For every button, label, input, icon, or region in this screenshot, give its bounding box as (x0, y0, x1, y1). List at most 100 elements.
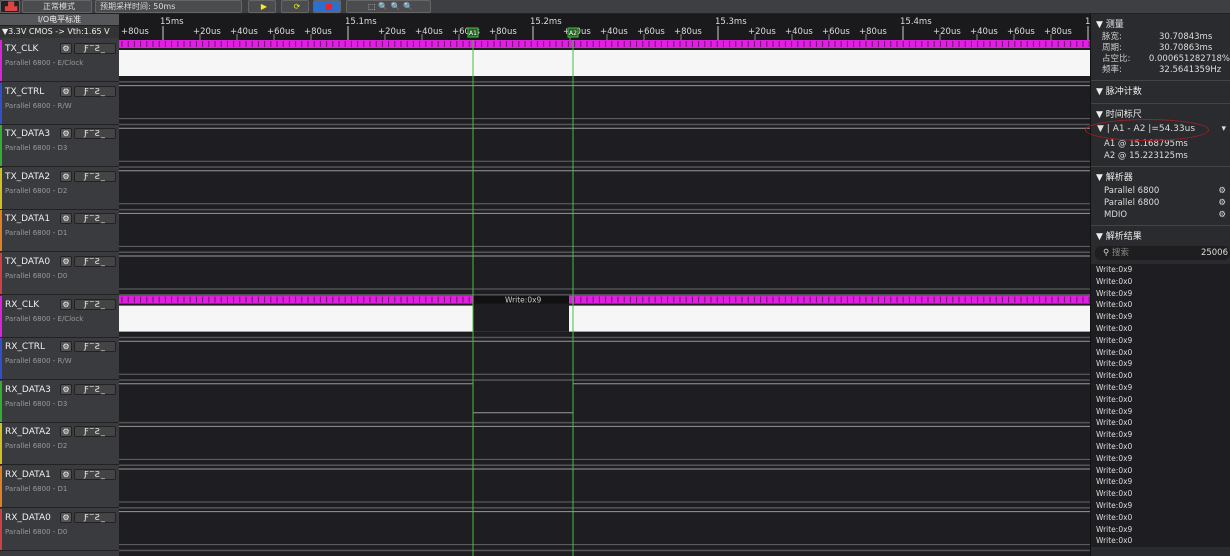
gear-icon[interactable]: ⚙ (60, 426, 72, 438)
analyzer-section-title[interactable]: ▼ 解析器 (1091, 171, 1230, 185)
channel-tx_data0[interactable]: TX_DATA0 Parallel 6800 - D0 ⚙ Ƒ‾Ƨ_ (0, 253, 119, 295)
ruler-minor-label: +40us (415, 27, 443, 37)
channel-rx_data1[interactable]: RX_DATA1 Parallel 6800 - D1 ⚙ Ƒ‾Ƨ_ (0, 466, 119, 508)
gear-icon[interactable]: ⚙ (60, 469, 72, 480)
row-separator (119, 166, 1090, 168)
gear-icon[interactable]: ⚙ (1218, 209, 1226, 221)
trigger-select[interactable]: Ƒ‾Ƨ_ (74, 43, 116, 54)
trigger-select[interactable]: Ƒ‾Ƨ_ (74, 341, 116, 353)
trigger-select[interactable]: Ƒ‾Ƨ_ (74, 85, 116, 97)
gear-icon[interactable]: ⚙ (1218, 185, 1226, 197)
result-item[interactable]: Write:0x0 (1091, 276, 1230, 288)
trigger-select[interactable]: Ƒ‾Ƨ_ (74, 213, 116, 225)
results-section-title[interactable]: ▼ 解析结果 (1091, 230, 1230, 244)
ruler-minor-label: +60us (822, 27, 850, 37)
analyzer-item[interactable]: Parallel 6800 ⚙ (1091, 197, 1230, 209)
result-item[interactable]: Write:0x0 (1091, 347, 1230, 359)
mode-select[interactable]: 正常模式 (22, 0, 92, 13)
gear-icon[interactable]: ⚙ (60, 383, 72, 395)
measure-key: 占空比: (1102, 54, 1131, 64)
trigger-select[interactable]: Ƒ‾Ƨ_ (74, 256, 116, 267)
trigger-select[interactable]: Ƒ‾Ƨ_ (74, 128, 116, 140)
result-item[interactable]: Write:0x9 (1091, 382, 1230, 394)
trigger-select[interactable]: Ƒ‾Ƨ_ (74, 298, 116, 310)
measure-row: 频率: 32.5641359Hz (1091, 65, 1230, 76)
result-item[interactable]: Write:0x9 (1091, 264, 1230, 276)
result-item[interactable]: Write:0x0 (1091, 370, 1230, 382)
zoom-tools[interactable]: ⬚ 🔍 🔍 🔍 (346, 0, 431, 13)
sample-time-field[interactable]: 预期采样时间: 50ms (95, 0, 242, 13)
pin-icon[interactable]: ▾ (1221, 124, 1226, 134)
channel-tx_ctrl[interactable]: TX_CTRL Parallel 6800 - R/W ⚙ Ƒ‾Ƨ_ (0, 82, 119, 125)
channel-tx_data1[interactable]: TX_DATA1 Parallel 6800 - D1 ⚙ Ƒ‾Ƨ_ (0, 210, 119, 253)
stop-button[interactable]: ■ (313, 0, 341, 13)
result-item[interactable]: Write:0x9 (1091, 358, 1230, 370)
result-item[interactable]: Write:0x9 (1091, 453, 1230, 465)
channel-rx_data3[interactable]: RX_DATA3 Parallel 6800 - D3 ⚙ Ƒ‾Ƨ_ (0, 380, 119, 423)
result-item[interactable]: Write:0x9 (1091, 429, 1230, 441)
gear-icon[interactable]: ⚙ (60, 85, 72, 97)
results-list[interactable]: Write:0x9 Write:0x0 Write:0x9 Write:0x0 Writ… (1091, 264, 1230, 548)
result-item[interactable]: Write:0x0 (1091, 488, 1230, 500)
trigger-select[interactable]: Ƒ‾Ƨ_ (74, 511, 116, 523)
gear-icon[interactable]: ⚙ (60, 511, 72, 523)
result-item[interactable]: Write:0x0 (1091, 441, 1230, 453)
result-item[interactable]: Write:0x0 (1091, 394, 1230, 406)
channel-color-strip (0, 295, 2, 337)
channel-rx_data0[interactable]: RX_DATA0 Parallel 6800 - D0 ⚙ Ƒ‾Ƨ_ (0, 508, 119, 551)
result-item[interactable]: Write:0x0 (1091, 323, 1230, 335)
result-item[interactable]: Write:0x9 (1091, 500, 1230, 512)
analyzer-item[interactable]: MDIO ⚙ (1091, 209, 1230, 221)
result-item[interactable]: Write:0x9 (1091, 335, 1230, 347)
result-item[interactable]: Write:0x0 (1091, 535, 1230, 547)
channel-color-strip (0, 40, 2, 81)
label: 脉冲计数 (1105, 87, 1142, 97)
loop-button[interactable]: ⟳ (281, 0, 309, 13)
pulse-count-section-title[interactable]: ▼ 脉冲计数 (1091, 85, 1230, 99)
waveform-area[interactable]: Write:0x9 (119, 40, 1090, 556)
result-item[interactable]: Write:0x9 (1091, 476, 1230, 488)
result-item[interactable]: Write:0x0 (1091, 299, 1230, 311)
measure-section-title[interactable]: ▼ 测量 (1091, 18, 1230, 32)
time-ruler[interactable]: +80us15ms+20us +40us +60us +80us15.1ms+20us… (119, 14, 1090, 40)
gear-icon[interactable]: ⚙ (60, 128, 72, 140)
trigger-select[interactable]: Ƒ‾Ƨ_ (74, 383, 116, 395)
gear-icon[interactable]: ⚙ (60, 256, 72, 267)
results-search[interactable]: ⚲ 搜索 25006 (1095, 246, 1230, 260)
io-level-select[interactable]: ▼3.3V CMOS -> Vth:1.65 V (0, 26, 119, 38)
channel-decoder: Parallel 6800 - R/W (5, 101, 72, 110)
channel-rx_data2[interactable]: RX_DATA2 Parallel 6800 - D2 ⚙ Ƒ‾Ƨ_ (0, 423, 119, 466)
channel-decoder: Parallel 6800 - D0 (5, 527, 68, 536)
gear-icon[interactable]: ⚙ (60, 298, 72, 310)
gear-icon[interactable]: ⚙ (60, 341, 72, 353)
search-input[interactable]: 搜索 (1112, 248, 1129, 258)
trigger-select[interactable]: Ƒ‾Ƨ_ (74, 170, 116, 182)
gear-icon[interactable]: ⚙ (60, 43, 72, 54)
channel-rx_ctrl[interactable]: RX_CTRL Parallel 6800 - R/W ⚙ Ƒ‾Ƨ_ (0, 338, 119, 381)
analyzer-name: MDIO (1104, 210, 1128, 220)
channel-tx_data2[interactable]: TX_DATA2 Parallel 6800 - D2 ⚙ Ƒ‾Ƨ_ (0, 167, 119, 210)
result-item[interactable]: Write:0x9 (1091, 311, 1230, 323)
result-item[interactable]: Write:0x9 (1091, 524, 1230, 536)
channel-tx_clk[interactable]: TX_CLK Parallel 6800 - E/Clock ⚙ Ƒ‾Ƨ_ (0, 40, 119, 82)
cursor-delta-row[interactable]: ▼ | A1 - A2 |=54.33us ▾ (1085, 119, 1230, 141)
gear-icon[interactable]: ⚙ (60, 213, 72, 225)
gear-icon[interactable]: ⚙ (60, 170, 72, 182)
trigger-select[interactable]: Ƒ‾Ƨ_ (74, 469, 116, 480)
row-separator (119, 421, 1090, 424)
result-item[interactable]: Write:0x0 (1091, 512, 1230, 524)
result-item[interactable]: Write:0x9 (1091, 288, 1230, 300)
trigger-select[interactable]: Ƒ‾Ƨ_ (74, 426, 116, 438)
result-item[interactable]: Write:0x0 (1091, 465, 1230, 477)
toolbar: ▟▙ 正常模式 预期采样时间: 50ms ▶ ⟳ ■ ⬚ 🔍 🔍 🔍 (0, 0, 1230, 14)
channel-rx_clk[interactable]: RX_CLK Parallel 6800 - E/Clock ⚙ Ƒ‾Ƨ_ (0, 295, 119, 338)
channel-name: RX_DATA2 (5, 427, 51, 438)
result-item[interactable]: Write:0x0 (1091, 417, 1230, 429)
channel-tx_data3[interactable]: TX_DATA3 Parallel 6800 - D3 ⚙ Ƒ‾Ƨ_ (0, 125, 119, 168)
gear-icon[interactable]: ⚙ (1218, 197, 1226, 209)
result-item[interactable]: Write:0x9 (1091, 406, 1230, 418)
channel-decoder: Parallel 6800 - D0 (5, 272, 68, 280)
start-button[interactable]: ▶ (248, 0, 276, 13)
channel-name: TX_DATA3 (5, 129, 51, 140)
analyzer-item[interactable]: Parallel 6800 ⚙ (1091, 185, 1230, 197)
